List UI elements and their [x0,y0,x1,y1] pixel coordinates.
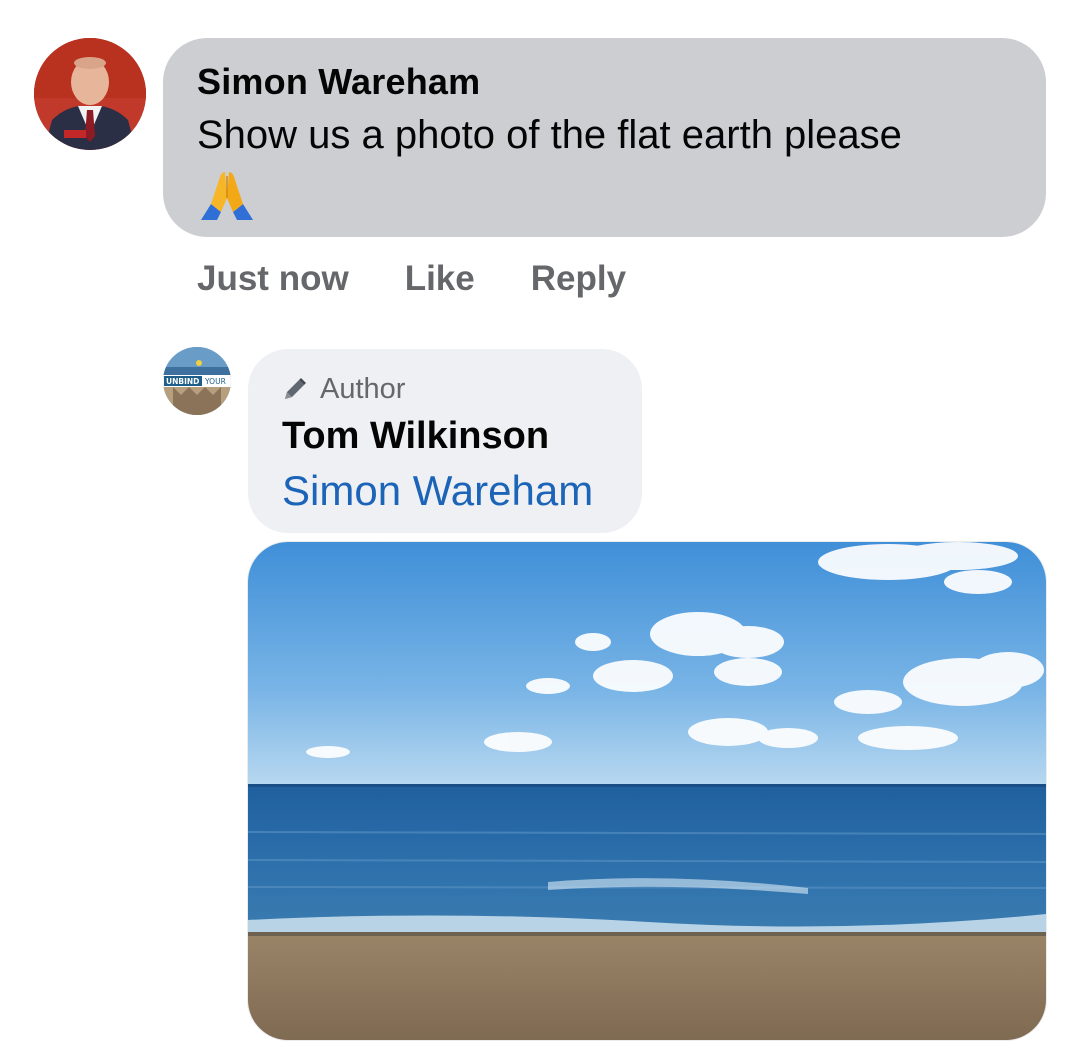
reply-avatar[interactable]: UNBIND YOUR [163,347,231,415]
page-logo: UNBIND YOUR [163,347,231,415]
like-button[interactable]: Like [405,259,475,299]
pencil-icon [285,378,306,399]
comment-thread: Simon Wareham Show us a photo of the fla… [0,0,1080,1064]
folded-hands-icon [201,172,253,220]
avatar[interactable] [34,38,146,150]
author-badge: Author [282,371,610,407]
comment-text: Show us a photo of the flat earth please [197,113,902,157]
profile-photo [34,38,146,150]
comment-bubble: Simon Wareham Show us a photo of the fla… [163,38,1046,237]
comment-author-name[interactable]: Simon Wareham [197,60,1012,104]
timestamp-link[interactable]: Just now [197,259,349,299]
author-badge-label: Author [320,372,406,405]
attached-photo[interactable] [248,542,1046,1040]
svg-text:UNBIND: UNBIND [166,377,199,386]
mention-link[interactable]: Simon Wareham [282,463,610,519]
comment-actions: Just now Like Reply [197,254,682,304]
reply-bubble: Author Tom Wilkinson Simon Wareham [248,349,642,533]
reply-button[interactable]: Reply [531,259,626,299]
reply-author-name[interactable]: Tom Wilkinson [282,413,610,459]
svg-text:YOUR: YOUR [204,377,226,386]
ocean-photo [248,542,1046,1040]
